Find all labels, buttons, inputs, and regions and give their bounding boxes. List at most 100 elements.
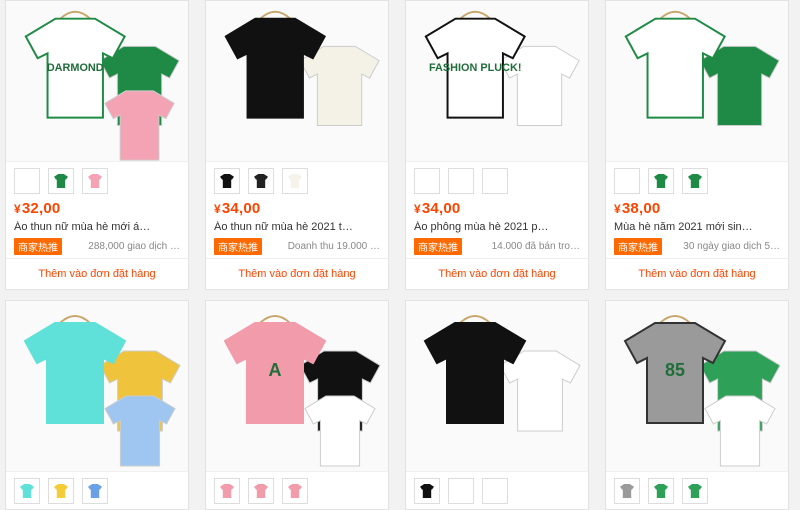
color-thumbnail[interactable] — [648, 168, 674, 194]
hanger-icon — [259, 315, 291, 324]
add-to-order-button[interactable]: Thêm vào đơn đặt hàng — [606, 258, 788, 289]
product-card[interactable]: DARMOND ¥32,00 Áo thun nữ mùa hè mới áo … — [5, 0, 189, 290]
product-card[interactable]: ¥34,00 Áo thun nữ mùa hè 2021 thời trang… — [205, 0, 389, 290]
color-thumbnail[interactable] — [414, 168, 440, 194]
hanger-icon — [59, 315, 91, 324]
shirt-swatch-icon — [620, 174, 634, 188]
product-price: ¥38,00 — [614, 200, 661, 217]
product-photo: FASHION PLUCK! — [424, 10, 580, 127]
hot-badge: 商家热推 — [14, 238, 62, 255]
color-thumbs — [206, 472, 388, 504]
product-card[interactable]: FASHION PLUCK! ¥34,00 Áo phông mùa hè 20… — [405, 0, 589, 290]
shirt-swatch-icon — [54, 174, 68, 188]
product-photo: 85 — [623, 315, 781, 467]
product-card[interactable] — [5, 300, 189, 510]
shirt-swatch-icon — [220, 174, 234, 188]
color-thumbs — [406, 472, 588, 504]
color-thumbnail[interactable] — [82, 478, 108, 504]
color-thumbnail[interactable] — [14, 478, 40, 504]
shirt-swatch-icon — [488, 484, 502, 498]
color-thumbnail[interactable] — [482, 168, 508, 194]
color-thumbnail[interactable] — [648, 478, 674, 504]
product-title[interactable]: Mùa hè năm 2021 mới sinh viên giản … — [606, 217, 788, 233]
shirt-swatch-icon — [654, 484, 668, 498]
shirt-swatch-icon — [54, 484, 68, 498]
product-card[interactable] — [405, 300, 589, 510]
shirt-swatch-icon — [688, 484, 702, 498]
shirt-swatch-icon — [420, 174, 434, 188]
shirt-print-text: A — [269, 360, 282, 380]
hanger-icon — [59, 10, 91, 20]
hot-badge: 商家热推 — [614, 238, 662, 255]
shirt-swatch-icon — [20, 484, 34, 498]
third-shirt-shape — [704, 395, 776, 467]
product-image[interactable]: 85 — [606, 301, 788, 472]
color-thumbnail[interactable] — [682, 168, 708, 194]
add-to-order-button[interactable]: Thêm vào đơn đặt hàng — [6, 258, 188, 289]
shirt-swatch-icon — [288, 484, 302, 498]
product-photo — [423, 315, 581, 432]
color-thumbnail[interactable] — [448, 478, 474, 504]
shirt-swatch-icon — [488, 174, 502, 188]
color-thumbs — [206, 162, 388, 194]
product-title[interactable]: Áo thun nữ mùa hè mới áo thun ngắ… — [6, 217, 188, 233]
product-photo — [624, 10, 780, 127]
color-thumbnail[interactable] — [282, 478, 308, 504]
product-image[interactable]: DARMOND — [6, 1, 188, 162]
shirt-swatch-icon — [254, 484, 268, 498]
color-thumbnail[interactable] — [48, 168, 74, 194]
color-thumbnail[interactable] — [482, 478, 508, 504]
color-thumbnail[interactable] — [282, 168, 308, 194]
color-thumbnail[interactable] — [682, 478, 708, 504]
product-image[interactable] — [6, 301, 188, 472]
product-meta: 商家热推 Doanh thu 19.000 … — [206, 233, 388, 255]
sales-count: 14.000 đã bán tro… — [491, 241, 580, 252]
product-price: ¥34,00 — [214, 200, 261, 217]
product-card[interactable]: 85 — [605, 300, 789, 510]
color-thumbnail[interactable] — [614, 168, 640, 194]
product-meta: 商家热推 14.000 đã bán tro… — [406, 233, 588, 255]
add-to-order-button[interactable]: Thêm vào đơn đặt hàng — [206, 258, 388, 289]
product-card[interactable]: A — [205, 300, 389, 510]
product-photo — [224, 10, 380, 127]
color-thumbnail[interactable] — [248, 478, 274, 504]
product-image[interactable]: A — [206, 301, 388, 472]
add-to-order-button[interactable]: Thêm vào đơn đặt hàng — [406, 258, 588, 289]
shirt-swatch-icon — [454, 484, 468, 498]
color-thumbnail[interactable] — [248, 168, 274, 194]
shirt-swatch-icon — [688, 174, 702, 188]
hanger-icon — [659, 315, 691, 324]
color-thumbs — [6, 162, 188, 194]
hanger-icon — [459, 315, 491, 324]
shirt-swatch-icon — [654, 174, 668, 188]
product-title[interactable]: Áo thun nữ mùa hè 2021 thời trang … — [206, 217, 388, 233]
sales-count: 288,000 giao dịch … — [88, 241, 180, 252]
color-thumbnail[interactable] — [82, 168, 108, 194]
product-meta: 商家热推 30 ngày giao dịch 5… — [606, 233, 788, 255]
shirt-swatch-icon — [288, 174, 302, 188]
product-photo: DARMOND — [24, 10, 180, 161]
shirt-swatch-icon — [620, 484, 634, 498]
product-title[interactable]: Áo phông mùa hè 2021 phiên bản m… — [406, 217, 588, 233]
product-image[interactable]: FASHION PLUCK! — [406, 1, 588, 162]
product-image[interactable] — [606, 1, 788, 162]
product-meta: 商家热推 288,000 giao dịch … — [6, 233, 188, 255]
color-thumbnail[interactable] — [214, 478, 240, 504]
color-thumbnail[interactable] — [614, 478, 640, 504]
shirt-swatch-icon — [254, 174, 268, 188]
third-shirt-shape — [304, 395, 376, 467]
color-thumbs — [606, 162, 788, 194]
hot-badge: 商家热推 — [214, 238, 262, 255]
product-card[interactable]: ¥38,00 Mùa hè năm 2021 mới sinh viên giả… — [605, 0, 789, 290]
product-photo: A — [223, 315, 381, 467]
shirt-swatch-icon — [220, 484, 234, 498]
color-thumbnail[interactable] — [214, 168, 240, 194]
color-thumbnail[interactable] — [48, 478, 74, 504]
sales-count: Doanh thu 19.000 … — [287, 241, 380, 252]
shirt-print-text: 85 — [665, 360, 685, 380]
product-image[interactable] — [406, 301, 588, 472]
product-image[interactable] — [206, 1, 388, 162]
color-thumbnail[interactable] — [448, 168, 474, 194]
color-thumbnail[interactable] — [14, 168, 40, 194]
color-thumbnail[interactable] — [414, 478, 440, 504]
